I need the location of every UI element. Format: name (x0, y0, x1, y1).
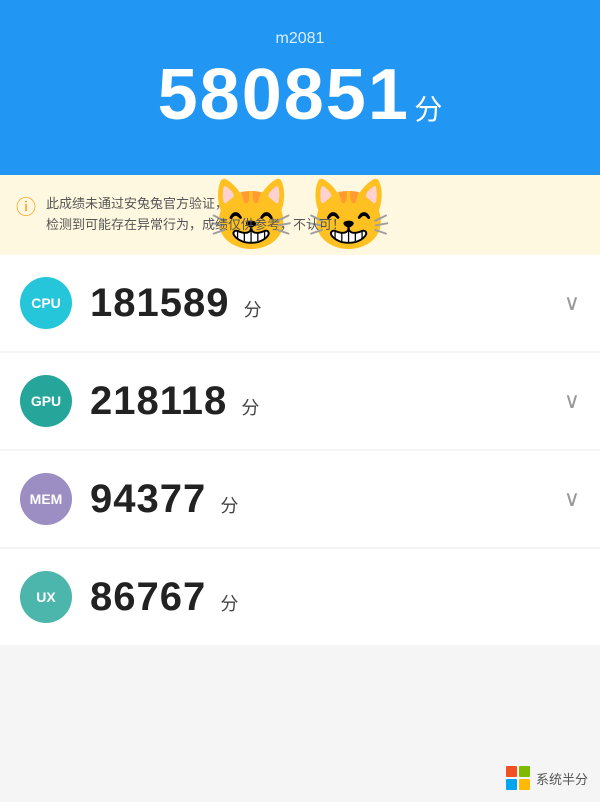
cpu-score: 181589 分 (90, 281, 546, 326)
watermark-text: 系统半分 (536, 769, 588, 788)
total-score-unit: 分 (414, 94, 442, 125)
score-list: CPU 181589 分 ∨ GPU 218118 分 ∨ MEM 94377 … (0, 255, 600, 645)
chevron-cpu[interactable]: ∨ (564, 292, 580, 314)
score-item-ux[interactable]: UX 86767 分 (0, 549, 600, 645)
warning-text: 此成绩未通过安兔兔官方验证， 检测到可能存在异常行为，成绩仅供参考，不认可！ (46, 194, 584, 236)
total-score-row: 580851 分 (20, 56, 580, 135)
windows-logo-icon (506, 766, 530, 790)
warning-banner: ⓘ 此成绩未通过安兔兔官方验证， 检测到可能存在异常行为，成绩仅供参考，不认可！… (0, 175, 600, 255)
total-score-value: 580851 (158, 55, 410, 135)
gpu-score: 218118 分 (90, 379, 546, 424)
score-item-cpu[interactable]: CPU 181589 分 ∨ (0, 255, 600, 351)
device-name: m2081 (20, 30, 580, 48)
badge-cpu: CPU (20, 277, 72, 329)
score-item-mem[interactable]: MEM 94377 分 ∨ (0, 451, 600, 547)
watermark: 系统半分 (506, 766, 588, 790)
score-header: m2081 580851 分 (0, 0, 600, 175)
chevron-gpu[interactable]: ∨ (564, 390, 580, 412)
ux-score: 86767 分 (90, 575, 580, 620)
badge-gpu: GPU (20, 375, 72, 427)
score-item-gpu[interactable]: GPU 218118 分 ∨ (0, 353, 600, 449)
chevron-mem[interactable]: ∨ (564, 488, 580, 510)
badge-mem: MEM (20, 473, 72, 525)
mem-score: 94377 分 (90, 477, 546, 522)
badge-ux: UX (20, 571, 72, 623)
warning-icon: ⓘ (16, 191, 36, 220)
